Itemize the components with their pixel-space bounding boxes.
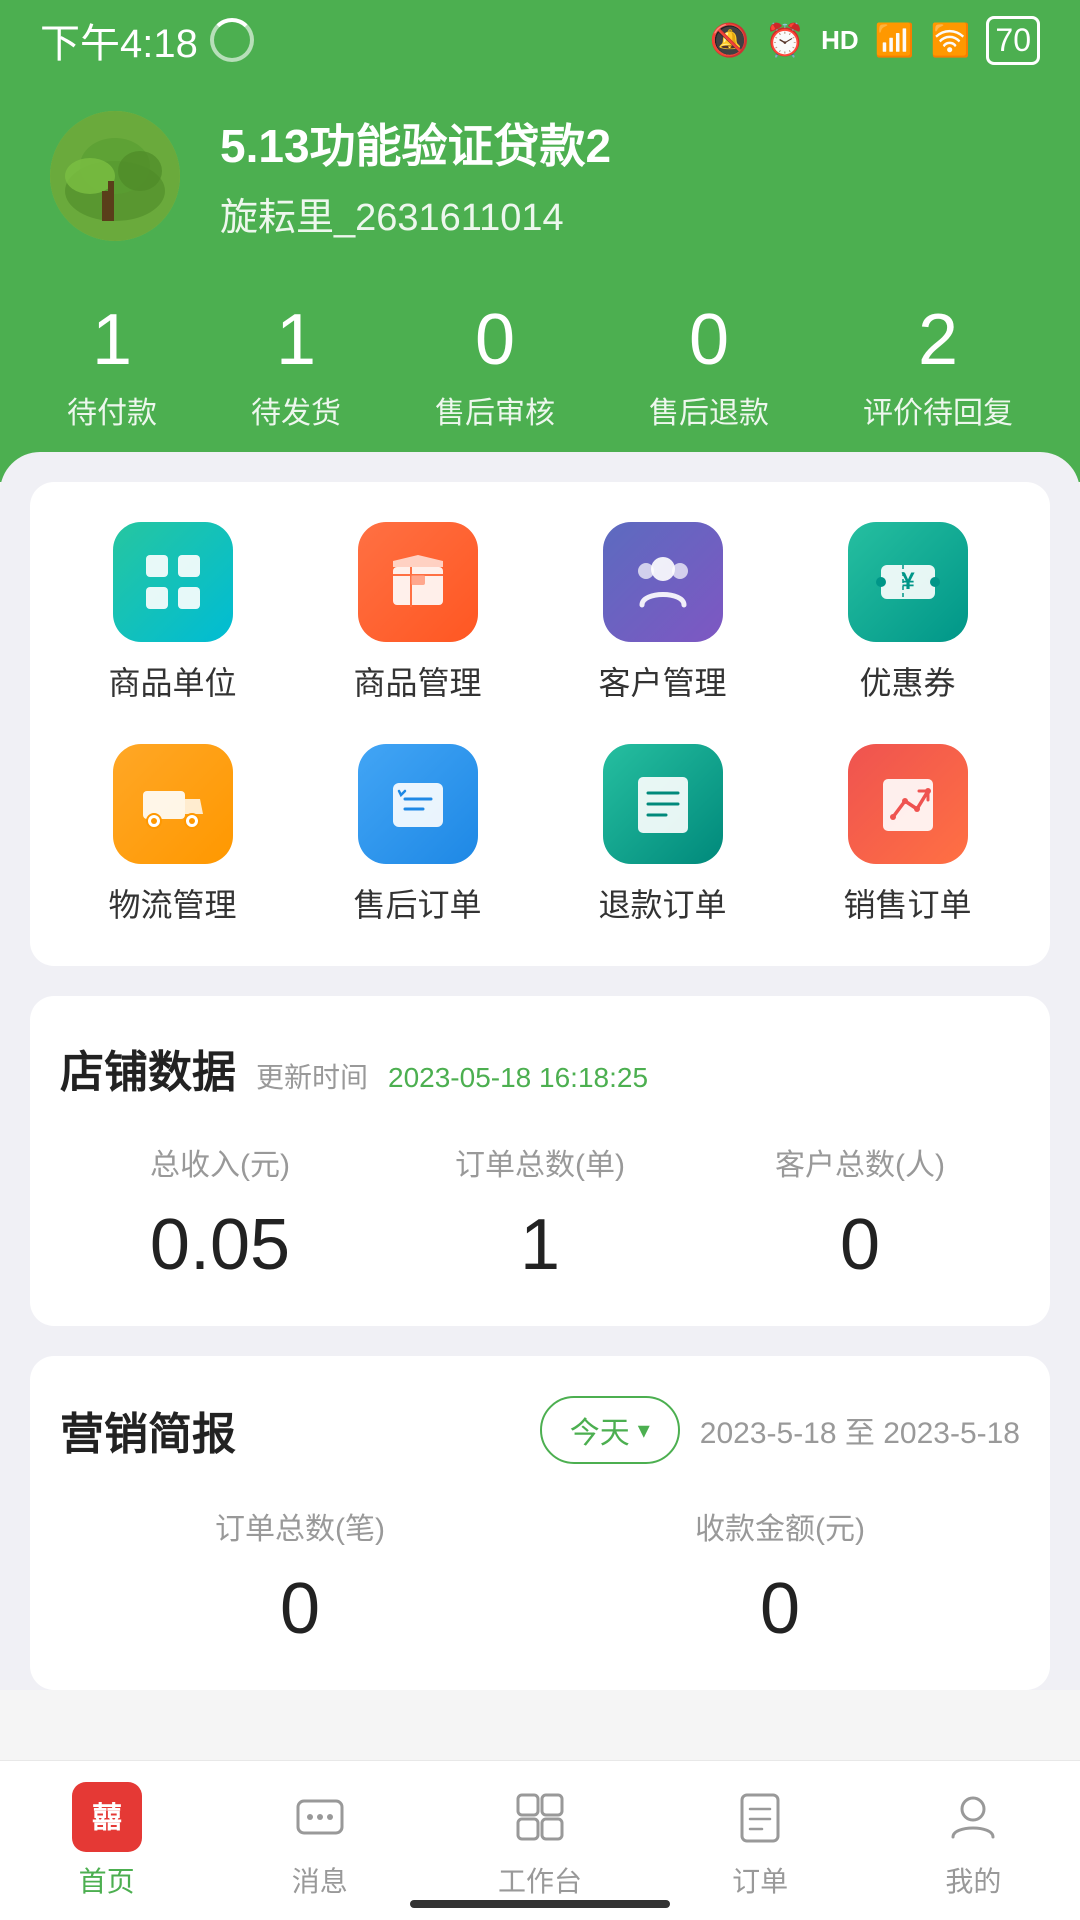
profile-id: 旋耘里_2631611014	[220, 186, 611, 241]
marketing-card: 营销简报 今天 ▾ 2023-5-18 至 2023-5-18 订单总数(笔) …	[30, 1356, 1050, 1690]
icon-item-销售订单[interactable]: 销售订单	[795, 744, 1020, 926]
stat-item[interactable]: 0 售后审核	[435, 301, 555, 432]
home-nav-icon: 囍	[72, 1782, 142, 1852]
sales-icon-box	[848, 744, 968, 864]
store-data-title: 店铺数据	[60, 1036, 236, 1100]
status-bar: 下午4:18 🔕 ⏰ HD 📶 🛜 70	[0, 0, 1080, 80]
store-data-col: 订单总数(单) 1	[380, 1140, 700, 1286]
hd-icon: HD	[821, 25, 859, 56]
marketing-data-col: 订单总数(笔) 0	[60, 1504, 540, 1650]
nav-item-工作台[interactable]: 工作台	[498, 1782, 582, 1900]
icon-item-退款订单[interactable]: 退款订单	[550, 744, 775, 926]
stat-item[interactable]: 2 评价待回复	[863, 301, 1013, 432]
avatar	[50, 111, 180, 241]
status-time: 下午4:18	[40, 11, 254, 69]
marketing-header: 营销简报 今天 ▾ 2023-5-18 至 2023-5-18	[60, 1396, 1020, 1464]
quick-actions-card: 商品单位 商品管理 客户管理 ¥ 优惠券	[30, 482, 1050, 966]
loading-icon	[210, 18, 254, 62]
nav-item-首页[interactable]: 囍 首页	[72, 1782, 142, 1900]
truck-icon-box	[113, 744, 233, 864]
status-icons: 🔕 ⏰ HD 📶 🛜 70	[709, 16, 1040, 65]
store-data-card: 店铺数据 更新时间 2023-05-18 16:18:25 总收入(元) 0.0…	[30, 996, 1050, 1326]
nav-item-消息[interactable]: 消息	[285, 1782, 355, 1900]
store-data-col: 客户总数(人) 0	[700, 1140, 1020, 1286]
icon-item-客户管理[interactable]: 客户管理	[550, 522, 775, 704]
marketing-title: 营销简报	[60, 1398, 236, 1462]
update-time: 2023-05-18 16:18:25	[388, 1062, 648, 1094]
profile-nav-icon	[938, 1782, 1008, 1852]
svg-text:囍: 囍	[92, 1801, 122, 1834]
icon-item-物流管理[interactable]: 物流管理	[60, 744, 285, 926]
mute-icon: 🔕	[709, 21, 749, 59]
nav-item-我的[interactable]: 我的	[938, 1782, 1008, 1900]
bottom-nav: 囍 首页 消息 工作台 订单	[0, 1760, 1080, 1920]
message-nav-icon	[285, 1782, 355, 1852]
home-indicator	[410, 1900, 670, 1908]
signal-icon: 📶	[875, 21, 915, 59]
chevron-down-icon: ▾	[638, 1416, 650, 1445]
stat-item[interactable]: 0 售后退款	[649, 301, 769, 432]
date-range: 2023-5-18 至 2023-5-18	[700, 1408, 1020, 1452]
grid-icon-box	[113, 522, 233, 642]
order-nav-icon	[725, 1782, 795, 1852]
store-data-grid: 总收入(元) 0.05 订单总数(单) 1 客户总数(人) 0	[60, 1140, 1020, 1286]
profile-name: 5.13功能验证贷款2	[220, 110, 611, 176]
wifi-icon: 🛜	[931, 21, 971, 59]
marketing-data-col: 收款金额(元) 0	[540, 1504, 1020, 1650]
marketing-data-grid: 订单总数(笔) 0 收款金额(元) 0	[60, 1504, 1020, 1650]
header: 5.13功能验证贷款2 旋耘里_2631611014	[0, 80, 1080, 301]
icon-item-优惠券[interactable]: ¥ 优惠券	[795, 522, 1020, 704]
receipt-icon-box	[603, 744, 723, 864]
stat-item[interactable]: 1 待付款	[67, 301, 157, 432]
update-label: 更新时间	[256, 1056, 368, 1096]
battery-indicator: 70	[986, 16, 1040, 65]
icon-item-商品单位[interactable]: 商品单位	[60, 522, 285, 704]
icon-item-售后订单[interactable]: 售后订单	[305, 744, 530, 926]
stat-item[interactable]: 1 待发货	[251, 301, 341, 432]
main-content: 商品单位 商品管理 客户管理 ¥ 优惠券	[0, 452, 1080, 1690]
refund-icon-box	[358, 744, 478, 864]
today-button[interactable]: 今天 ▾	[540, 1396, 680, 1464]
users-icon-box	[603, 522, 723, 642]
nav-item-订单[interactable]: 订单	[725, 1782, 795, 1900]
icon-item-商品管理[interactable]: 商品管理	[305, 522, 530, 704]
workbench-nav-icon	[505, 1782, 575, 1852]
store-data-col: 总收入(元) 0.05	[60, 1140, 380, 1286]
alarm-icon: ⏰	[765, 21, 805, 59]
store-data-header: 店铺数据 更新时间 2023-05-18 16:18:25	[60, 1036, 1020, 1100]
profile-info: 5.13功能验证贷款2 旋耘里_2631611014	[220, 110, 611, 241]
icon-grid: 商品单位 商品管理 客户管理 ¥ 优惠券	[60, 522, 1020, 926]
coupon-icon-box: ¥	[848, 522, 968, 642]
box-icon-box	[358, 522, 478, 642]
